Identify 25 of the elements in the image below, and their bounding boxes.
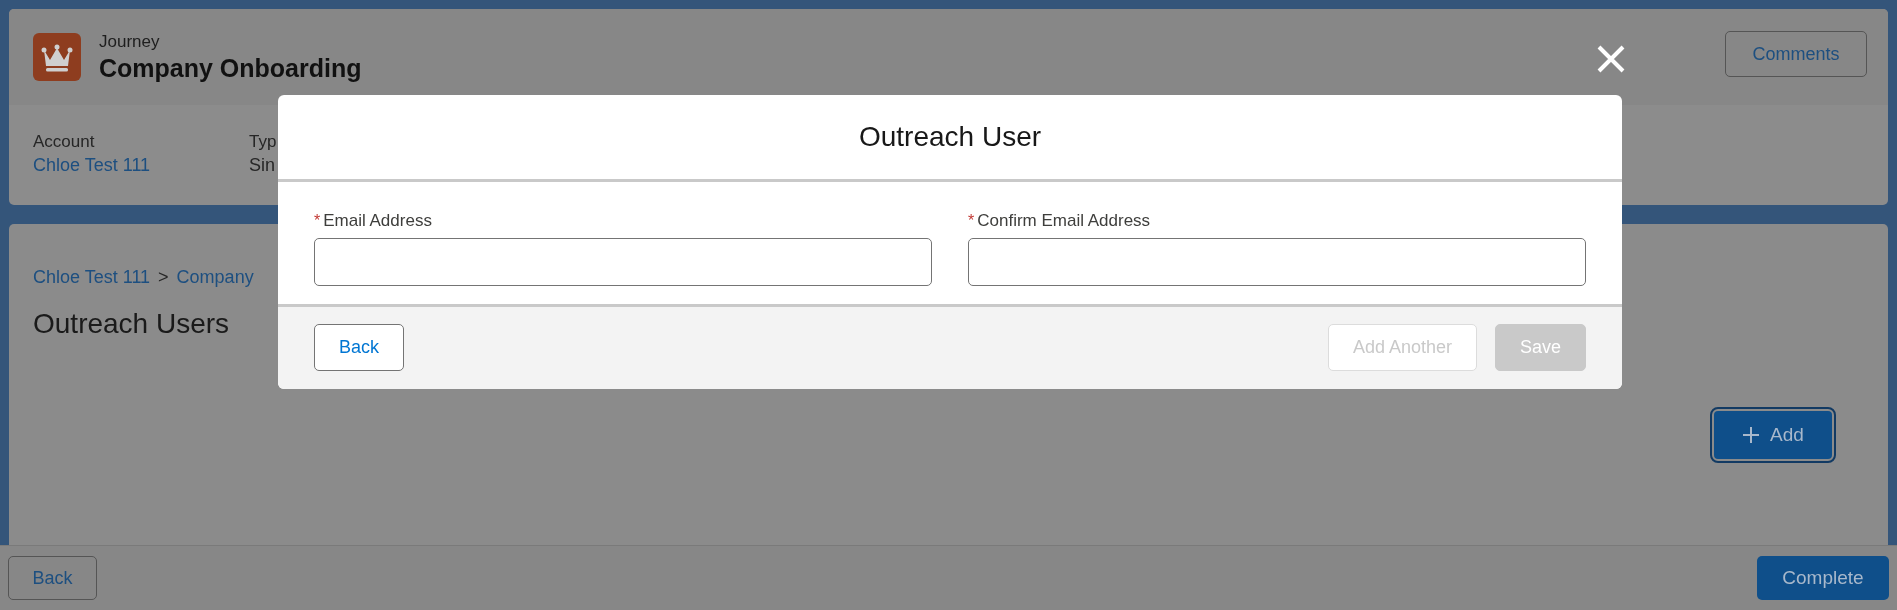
back-button[interactable]: Back [314, 324, 404, 371]
field-label: Confirm Email Address [977, 210, 1151, 232]
field-link[interactable]: Chloe Test 111 [33, 153, 179, 177]
modal-title: Outreach User [858, 120, 1042, 154]
email-field[interactable] [314, 237, 932, 286]
back-button[interactable]: Back [8, 556, 97, 600]
comments-button[interactable]: Comments [1725, 31, 1867, 77]
field-label: Typ [249, 131, 277, 153]
breadcrumb-link[interactable]: Chloe Test 111 [33, 264, 151, 291]
required-mark: * [314, 210, 321, 231]
field-label: Email Address [323, 210, 432, 232]
section-title: Outreach Users [33, 307, 230, 341]
field-value: Sin [249, 154, 276, 177]
plus-icon [1742, 426, 1761, 444]
crown-icon [33, 33, 81, 81]
breadcrumb-separator: > [158, 266, 169, 289]
required-mark: * [968, 210, 975, 231]
record-title: Company Onboarding [99, 53, 362, 83]
add-button[interactable]: Add [1712, 409, 1834, 461]
field-label: Account [33, 131, 96, 153]
complete-button[interactable]: Complete [1757, 556, 1889, 600]
object-type: Journey [99, 31, 161, 53]
email-field[interactable] [968, 237, 1586, 286]
close-icon[interactable] [1596, 44, 1626, 74]
breadcrumb-link[interactable]: Company [176, 264, 254, 291]
